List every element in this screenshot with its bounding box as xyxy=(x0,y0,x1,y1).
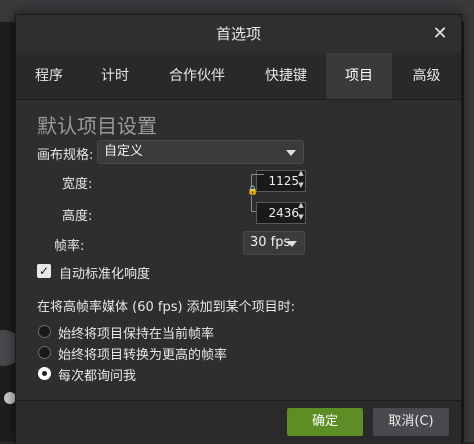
tab-shortcuts[interactable]: 快捷键 xyxy=(246,53,326,99)
width-increment-icon[interactable]: ▲ xyxy=(296,169,306,178)
chevron-down-icon xyxy=(287,241,297,247)
cancel-button[interactable]: 取消(C) xyxy=(373,408,449,436)
normalize-loudness-checkbox[interactable]: ✓ xyxy=(37,264,51,278)
section-title: 默认项目设置 xyxy=(37,114,157,138)
keep-framerate-label: 始终将项目保持在当前帧率 xyxy=(58,327,215,342)
canvas-size-dropdown[interactable]: 自定义 xyxy=(97,140,304,164)
height-label: 高度: xyxy=(62,209,93,224)
height-increment-icon[interactable]: ▲ xyxy=(296,201,306,210)
tab-project[interactable]: 项目 xyxy=(326,53,392,99)
keep-framerate-radio[interactable] xyxy=(38,325,51,338)
framerate-value: 30 fps xyxy=(250,235,291,250)
convert-framerate-radio[interactable] xyxy=(38,346,51,359)
width-label: 宽度: xyxy=(62,177,93,192)
background-scrollbar xyxy=(464,0,474,442)
tab-timing[interactable]: 计时 xyxy=(82,53,148,99)
lock-icon[interactable]: 🔒 xyxy=(247,187,258,196)
canvas-size-value: 自定义 xyxy=(104,144,144,159)
tab-bar: 程序 计时 合作伙伴 快捷键 项目 高级 xyxy=(16,53,461,100)
chevron-down-icon xyxy=(286,150,296,156)
high-framerate-prompt: 在将高帧率媒体 (60 fps) 添加到某个项目时: xyxy=(37,300,296,315)
tab-partners[interactable]: 合作伙伴 xyxy=(148,53,246,99)
height-decrement-icon[interactable]: ▼ xyxy=(296,213,306,222)
framerate-dropdown[interactable]: 30 fps xyxy=(243,231,305,255)
tab-advanced[interactable]: 高级 xyxy=(392,53,461,99)
width-decrement-icon[interactable]: ▼ xyxy=(296,181,306,190)
ok-button[interactable]: 确定 xyxy=(287,408,363,436)
canvas-size-label: 画布规格: xyxy=(37,148,94,163)
convert-framerate-label: 始终将项目转换为更高的帧率 xyxy=(58,348,228,363)
close-icon[interactable]: ✕ xyxy=(429,23,451,45)
normalize-loudness-label: 自动标准化响度 xyxy=(59,267,151,282)
ask-every-time-radio[interactable] xyxy=(38,367,51,380)
title-bar: 首选项 ✕ xyxy=(16,15,461,53)
framerate-label: 帧率: xyxy=(54,239,85,254)
dialog-title: 首选项 xyxy=(215,25,261,43)
tab-program[interactable]: 程序 xyxy=(16,53,82,99)
dialog-footer: 确定 取消(C) xyxy=(16,400,461,444)
preferences-dialog: 首选项 ✕ 程序 计时 合作伙伴 快捷键 项目 高级 默认项目设置 画布规格: … xyxy=(15,14,462,444)
project-settings-panel: 默认项目设置 画布规格: 自定义 宽度: 1125 ▲ ▼ 🔒 高度: 2436… xyxy=(16,100,461,400)
ask-every-time-label: 每次都询问我 xyxy=(58,369,137,384)
